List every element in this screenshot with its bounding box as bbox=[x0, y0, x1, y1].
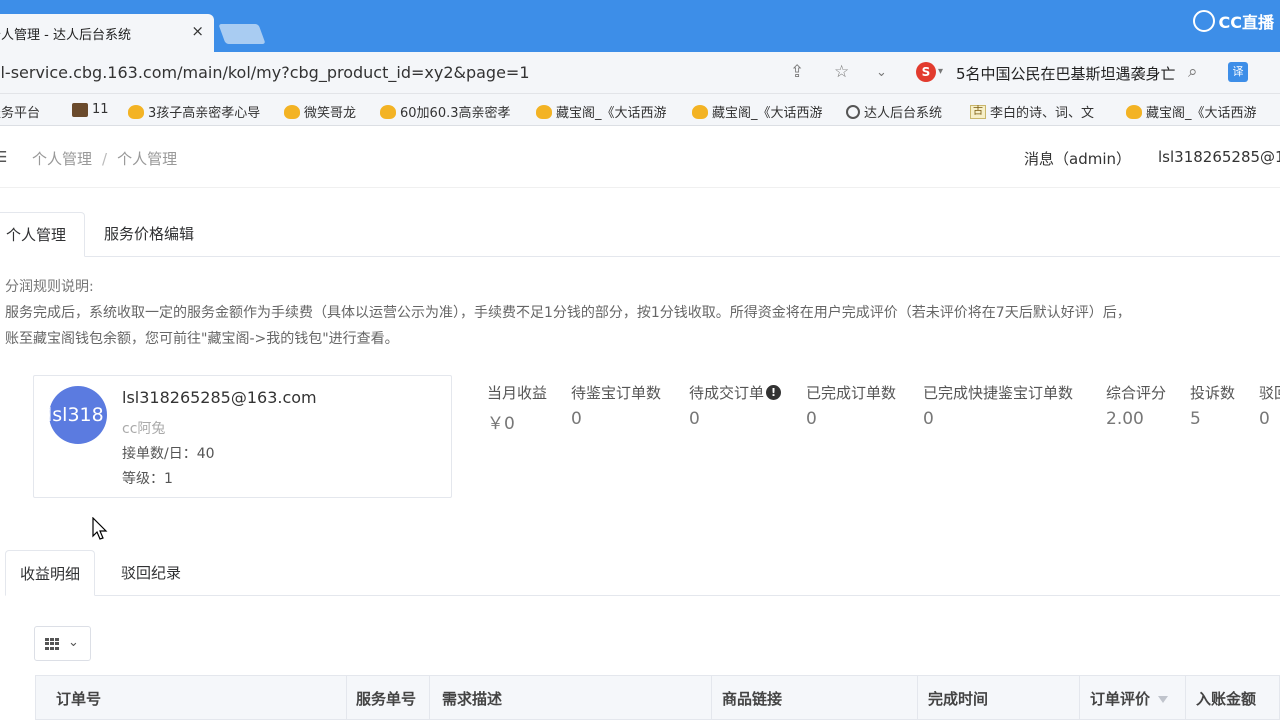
column-header-amount[interactable]: 入账金额 bbox=[1186, 676, 1280, 720]
search-suggestion-text[interactable]: 5名中国公民在巴基斯坦遇袭身亡 bbox=[956, 63, 1176, 84]
search-icon[interactable]: ⌕ bbox=[1188, 62, 1198, 82]
star-icon bbox=[380, 104, 396, 119]
breadcrumb-item[interactable]: 个人管理 bbox=[32, 150, 92, 168]
breadcrumb-separator: / bbox=[102, 150, 108, 168]
image-icon bbox=[72, 102, 88, 117]
bookmark-item[interactable]: 11 bbox=[72, 102, 109, 117]
new-tab-button[interactable] bbox=[218, 24, 266, 44]
rules-line: 服务完成后，系统收取一定的服务金额作为手续费（具体以运营公示为准），手续费不足1… bbox=[5, 305, 1131, 321]
translate-icon[interactable]: 译 bbox=[1228, 62, 1248, 82]
bookmark-item[interactable]: 达人后台系统 bbox=[846, 102, 942, 121]
profile-nickname: cc阿兔 bbox=[122, 421, 166, 437]
globe-icon bbox=[846, 104, 860, 119]
sogou-search-icon[interactable]: S bbox=[916, 62, 936, 82]
stat-pending-appraisal: 待鉴宝订单数 0 bbox=[571, 384, 662, 429]
breadcrumb-item: 个人管理 bbox=[117, 150, 178, 168]
bookmark-item[interactable]: 藏宝阁_《大话西游 bbox=[692, 102, 823, 121]
page-header: ☰ 个人管理 / 个人管理 消息（admin） lsl318265285@163.c… bbox=[0, 126, 1280, 188]
avatar: lsl318 bbox=[49, 386, 107, 444]
cc-logo-icon bbox=[1192, 10, 1215, 32]
star-icon bbox=[128, 104, 144, 119]
bookmark-item[interactable]: 3孩子高亲密孝心导 bbox=[128, 102, 260, 121]
gu-icon: 古 bbox=[970, 104, 986, 119]
column-header-service-no[interactable]: 服务单号 bbox=[347, 676, 430, 720]
menu-toggle-icon[interactable]: ☰ bbox=[0, 148, 7, 166]
star-icon bbox=[284, 104, 300, 119]
rules-title: 分润规则说明: bbox=[5, 279, 94, 295]
bookmark-item[interactable]: 60加60.3高亲密孝 bbox=[380, 102, 511, 121]
browser-tab[interactable]: 个人管理 - 达人后台系统 × bbox=[0, 14, 214, 52]
tab-service-price-edit[interactable]: 服务价格编辑 bbox=[86, 212, 212, 257]
star-icon bbox=[536, 104, 552, 119]
cc-live-logo: CC直播 bbox=[1192, 8, 1275, 34]
chevron-down-icon: ⌄ bbox=[68, 635, 79, 650]
star-icon bbox=[1126, 104, 1142, 119]
stat-complaints: 投诉数 5 bbox=[1190, 384, 1236, 429]
tab-income-details[interactable]: 收益明细 bbox=[5, 550, 96, 596]
column-header-order-no[interactable]: 订单号 bbox=[36, 676, 347, 720]
tab-rejection-records[interactable]: 驳回纪录 bbox=[107, 550, 195, 596]
star-bookmark-icon[interactable]: ☆ bbox=[834, 62, 849, 82]
column-header-order-rating[interactable]: 订单评价 bbox=[1080, 676, 1186, 720]
tab-personal-management[interactable]: 个人管理 bbox=[0, 212, 86, 257]
column-header-product-link[interactable]: 商品链接 bbox=[712, 676, 918, 720]
column-header-description[interactable]: 需求描述 bbox=[430, 676, 712, 720]
share-icon[interactable]: ⇪ bbox=[790, 62, 804, 82]
bookmark-item[interactable]: 微笑哥龙 bbox=[284, 102, 356, 121]
browser-tab-title: 个人管理 - 达人后台系统 bbox=[0, 28, 131, 43]
bookmark-item[interactable]: 服务平台 bbox=[0, 102, 40, 121]
stat-completed-orders: 已完成订单数 0 bbox=[806, 384, 897, 429]
stat-monthly-income: 当月收益 ￥0 bbox=[487, 384, 548, 434]
breadcrumb: 个人管理 / 个人管理 bbox=[32, 148, 177, 169]
detail-tabs: 收益明细 驳回纪录 bbox=[5, 550, 1280, 596]
info-icon[interactable]: ! bbox=[766, 385, 782, 400]
stat-completed-quick-orders: 已完成快捷鉴宝订单数 0 bbox=[923, 384, 1074, 429]
stat-overall-score: 综合评分 2.00 bbox=[1106, 384, 1167, 429]
column-header-complete-time[interactable]: 完成时间 bbox=[918, 676, 1080, 720]
browser-tabstrip: 个人管理 - 达人后台系统 × CC直播 bbox=[0, 0, 1280, 52]
stat-pending-deals: 待成交订单! 0 bbox=[689, 382, 782, 429]
address-bar: kol-service.cbg.163.com/main/kol/my?cbg_… bbox=[0, 52, 1280, 94]
filter-icon[interactable] bbox=[1158, 696, 1169, 703]
rules-line: 账至藏宝阁钱包余额，您可前往"藏宝阁->我的钱包"进行查看。 bbox=[5, 331, 399, 347]
user-menu[interactable]: lsl318265285@163.com bbox=[1158, 148, 1280, 166]
brand-label: CC直播 bbox=[1218, 13, 1275, 32]
stat-rejected: 驳回 0 bbox=[1259, 384, 1280, 429]
profile-card: lsl318 lsl318265285@163.com cc阿兔 接单数/日：4… bbox=[33, 375, 452, 498]
bookmark-item[interactable]: 藏宝阁_《大话西游 bbox=[536, 102, 667, 121]
chevron-down-icon[interactable]: ⌄ bbox=[876, 65, 887, 80]
profit-rules: 分润规则说明: 服务完成后，系统收取一定的服务金额作为手续费（具体以运营公示为准… bbox=[5, 274, 1131, 352]
star-icon bbox=[692, 104, 708, 119]
url-input[interactable]: kol-service.cbg.163.com/main/kol/my?cbg_… bbox=[0, 63, 530, 82]
table-header: 订单号 服务单号 需求描述 商品链接 完成时间 订单评价 入账金额 bbox=[35, 675, 1280, 720]
grid-icon bbox=[45, 638, 59, 650]
column-toggle-button[interactable]: ⌄ bbox=[34, 626, 91, 661]
profile-email: lsl318265285@163.com bbox=[122, 388, 317, 407]
bookmark-item[interactable]: 古李白的诗、词、文 bbox=[970, 102, 1094, 121]
profile-level: 等级：1 bbox=[122, 471, 173, 487]
close-icon[interactable]: × bbox=[191, 22, 204, 40]
profile-orders-per-day: 接单数/日：40 bbox=[122, 446, 215, 462]
bookmarks-bar: 服务平台 11 3孩子高亲密孝心导 微笑哥龙 60加60.3高亲密孝 藏宝阁_《… bbox=[0, 94, 1280, 126]
bookmark-item[interactable]: 藏宝阁_《大话西游 bbox=[1126, 102, 1257, 121]
main-tabs: 个人管理 服务价格编辑 bbox=[0, 212, 1280, 257]
chevron-down-icon[interactable]: ▾ bbox=[938, 66, 943, 77]
messages-link[interactable]: 消息（admin） bbox=[1024, 148, 1131, 169]
